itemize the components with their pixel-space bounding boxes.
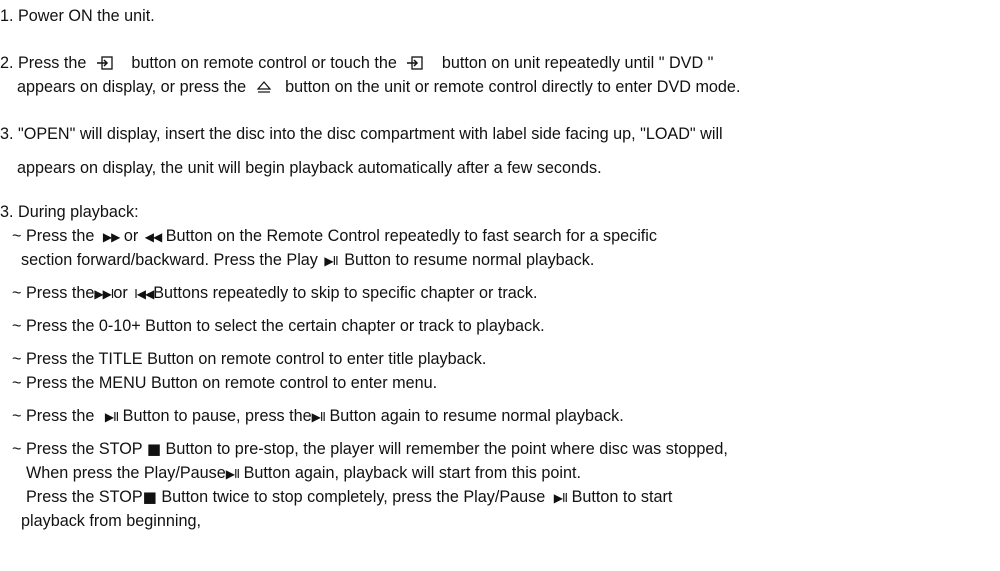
rewind-icon: ◀◀	[144, 230, 162, 244]
step-1-text: 1. Power ON the unit.	[0, 7, 155, 25]
bullet-7-text-f: Button twice to stop completely, press t…	[161, 488, 546, 506]
stop-icon: ■	[142, 488, 157, 506]
bullet-2-text-c: Buttons repeatedly to skip to specific c…	[153, 284, 538, 302]
bullet-1-text-b: or	[123, 227, 139, 245]
step-2-text-c: button on unit repeatedly until " DVD "	[441, 54, 714, 72]
bullet-6-text-b: Button to pause, press the	[122, 407, 312, 425]
step-3-playback-heading: 3. During playback:	[0, 203, 139, 221]
bullet-7-text-c: When press the Play/Pause	[26, 464, 226, 482]
stop-icon: ■	[146, 440, 162, 458]
bullet-1-text-d: section forward/backward. Press the Play	[21, 251, 318, 269]
play-pause-icon: ▶II	[225, 467, 240, 481]
step-3-open-line-1: 3. "OPEN" will display, insert the disc …	[0, 125, 723, 143]
bullet-stop-line-4: playback from beginning,	[21, 512, 201, 530]
step-2-text-a: 2. Press the	[0, 54, 87, 72]
step-2-text-e: button on the unit or remote control dir…	[285, 78, 741, 96]
bullet-2-text-b: or	[113, 284, 128, 302]
bullet-stop-line-1: ~ Press the STOP ■ Button to pre-stop, t…	[12, 439, 728, 459]
bullet-fast-search-line-2: section forward/backward. Press the Play…	[21, 250, 594, 271]
previous-track-icon: I◀◀	[134, 287, 154, 301]
bullet-stop-line-3: Press the STOP■ Button twice to stop com…	[26, 487, 672, 508]
step-2-line-1: 2. Press the button on remote control or…	[0, 53, 713, 74]
bullet-6-text-c: Button again to resume normal playback.	[329, 407, 624, 425]
play-pause-icon: ▶II	[553, 491, 568, 505]
bullet-7-text-g: Button to start	[571, 488, 673, 506]
step-2-text-b: button on remote control or touch the	[131, 54, 397, 72]
bullet-skip-line: ~ Press the▶▶Ior I◀◀Buttons repeatedly t…	[12, 283, 537, 304]
bullet-7-text-d: Button again, playback will start from t…	[243, 464, 581, 482]
bullet-1-text-e: Button to resume normal playback.	[344, 251, 595, 269]
source-input-icon	[96, 54, 113, 74]
bullet-pause: ~ Press the ▶II Button to pause, press t…	[12, 406, 624, 427]
play-pause-icon: ▶II	[311, 410, 326, 424]
bullet-7-text-e: Press the STOP	[26, 488, 143, 506]
step-3-open-line-2: appears on display, the unit will begin …	[17, 159, 602, 177]
play-pause-icon: ▶II	[324, 254, 338, 268]
bullet-stop-line-2: When press the Play/Pause▶II Button agai…	[26, 463, 581, 484]
bullet-number-keys: ~ Press the 0-10+ Button to select the c…	[12, 317, 545, 335]
bullet-7-text-b: Button to pre-stop, the player will reme…	[165, 440, 728, 458]
bullet-menu: ~ Press the MENU Button on remote contro…	[12, 374, 438, 392]
bullet-title: ~ Press the TITLE Button on remote contr…	[12, 350, 487, 368]
bullet-1-text-c: Button on the Remote Control repeatedly …	[165, 227, 657, 245]
next-track-icon: ▶▶I	[94, 287, 114, 301]
step-2-text-d: appears on display, or press the	[17, 78, 247, 96]
eject-icon	[256, 78, 271, 98]
bullet-1-text-a: ~ Press the	[12, 227, 95, 245]
bullet-6-text-a: ~ Press the	[12, 407, 95, 425]
bullet-fast-search-line-1: ~ Press the ▶▶ or ◀◀ Button on the Remot…	[12, 226, 657, 247]
step-2-line-2: appears on display, or press the button …	[17, 77, 740, 98]
bullet-7-text-a: ~ Press the STOP	[12, 440, 143, 458]
dvd-instructions-page: 1. Power ON the unit. 2. Press the butto…	[0, 0, 1000, 571]
fast-forward-icon: ▶▶	[102, 230, 120, 244]
play-pause-icon: ▶II	[104, 410, 119, 424]
source-input-icon	[407, 54, 424, 74]
bullet-2-text-a: ~ Press the	[12, 284, 95, 302]
